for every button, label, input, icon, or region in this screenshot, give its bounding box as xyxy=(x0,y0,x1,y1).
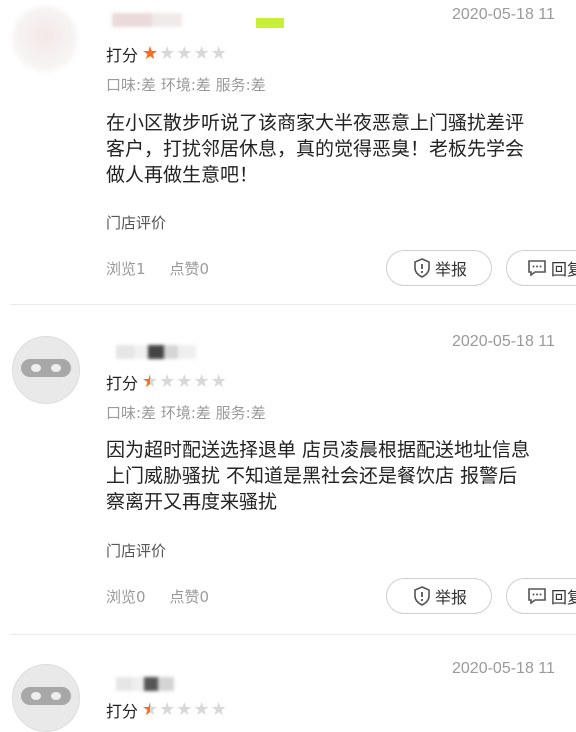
star-icon: ★ xyxy=(210,699,227,720)
divider xyxy=(10,304,576,305)
star-rating: ★ ★ ★ ★ ★ xyxy=(142,45,227,63)
review-content-line: 因为超时配送选择退单 店员凌晨根据配送地址信息 xyxy=(106,439,531,461)
review-stats: 浏览1 点赞0 xyxy=(106,258,209,279)
avatar[interactable] xyxy=(12,336,80,404)
reply-label: 回复 xyxy=(551,588,576,607)
star-icon: ★ xyxy=(159,43,176,64)
star-icon: ★ xyxy=(159,699,176,720)
star-icon: ★ xyxy=(176,371,193,392)
view-count: 浏览0 xyxy=(106,588,146,606)
review-content: 因为超时配送选择退单 店员凌晨根据配送地址信息 上门威胁骚扰 不知道是黑社会还是… xyxy=(106,437,576,515)
review-content-line: 在小区散步听说了该商家大半夜恶意上门骚扰差评 xyxy=(106,112,525,134)
review-stats: 浏览0 点赞0 xyxy=(106,586,209,607)
star-icon: ★ xyxy=(159,371,176,392)
review-content-line: 客户，打扰邻居休息，真的觉得恶臭！老板先学会 xyxy=(106,138,525,160)
report-button[interactable]: 举报 xyxy=(386,250,492,286)
comment-icon xyxy=(528,588,546,605)
report-label: 举报 xyxy=(435,588,468,607)
sub-ratings: 口味:差 环境:差 服务:差 xyxy=(106,76,266,94)
star-rating: ★ ★ ★ ★ ★ xyxy=(142,701,227,719)
star-icon: ★ xyxy=(193,43,210,64)
review-date: 2020-05-18 11 xyxy=(452,333,555,350)
divider xyxy=(10,634,576,635)
score-row: 打分 ★ ★ ★ ★ ★ xyxy=(106,42,227,66)
like-count[interactable]: 点赞0 xyxy=(170,258,210,279)
username-redacted xyxy=(116,676,174,691)
sub-ratings: 口味:差 环境:差 服务:差 xyxy=(106,404,266,422)
star-icon: ★ xyxy=(176,43,193,64)
star-icon: ★ xyxy=(210,43,227,64)
review-content-line: 做人再做生意吧！ xyxy=(106,164,259,186)
star-icon: ★ xyxy=(142,699,159,720)
review-date: 2020-05-18 11 xyxy=(452,660,555,677)
avatar-mask-shape xyxy=(21,359,71,377)
reply-button[interactable]: 回复 xyxy=(506,578,576,614)
score-label: 打分 xyxy=(106,46,139,65)
avatar-eye-shape xyxy=(31,692,41,700)
avatar-eye-shape xyxy=(51,364,61,372)
score-label: 打分 xyxy=(106,374,139,393)
score-label: 打分 xyxy=(106,702,139,721)
username-redacted xyxy=(116,344,196,359)
report-label: 举报 xyxy=(435,260,468,279)
comment-icon xyxy=(528,260,546,277)
review-content: 在小区散步听说了该商家大半夜恶意上门骚扰差评 客户，打扰邻居休息，真的觉得恶臭！… xyxy=(106,110,576,188)
score-row: 打分 ★ ★ ★ ★ ★ xyxy=(106,698,227,722)
avatar-mask-shape xyxy=(21,687,71,705)
report-button[interactable]: 举报 xyxy=(386,578,492,614)
score-row: 打分 ★ ★ ★ ★ ★ xyxy=(106,370,227,394)
user-level-badge xyxy=(256,18,284,28)
reply-button[interactable]: 回复 xyxy=(506,250,576,286)
username-redacted xyxy=(112,12,182,27)
star-icon: ★ xyxy=(193,699,210,720)
reply-label: 回复 xyxy=(551,260,576,279)
avatar[interactable] xyxy=(12,6,78,72)
store-evaluation-link[interactable]: 门店评价 xyxy=(106,212,166,233)
review-content-line: 上门威胁骚扰 不知道是黑社会还是餐饮店 报警后 xyxy=(106,465,518,487)
star-icon: ★ xyxy=(193,371,210,392)
shield-exclamation-icon xyxy=(414,586,430,606)
review-content-line: 察离开又再度来骚扰 xyxy=(106,491,278,513)
star-icon: ★ xyxy=(210,371,227,392)
star-icon: ★ xyxy=(176,699,193,720)
like-count[interactable]: 点赞0 xyxy=(170,586,210,607)
avatar-eye-shape xyxy=(31,364,41,372)
view-count: 浏览1 xyxy=(106,260,146,278)
star-rating: ★ ★ ★ ★ ★ xyxy=(142,373,227,391)
shield-exclamation-icon xyxy=(414,258,430,278)
avatar[interactable] xyxy=(12,664,80,732)
avatar-eye-shape xyxy=(51,692,61,700)
star-icon: ★ xyxy=(142,371,159,392)
review-date: 2020-05-18 11 xyxy=(452,6,555,23)
store-evaluation-link[interactable]: 门店评价 xyxy=(106,540,166,561)
star-icon: ★ xyxy=(142,43,159,64)
